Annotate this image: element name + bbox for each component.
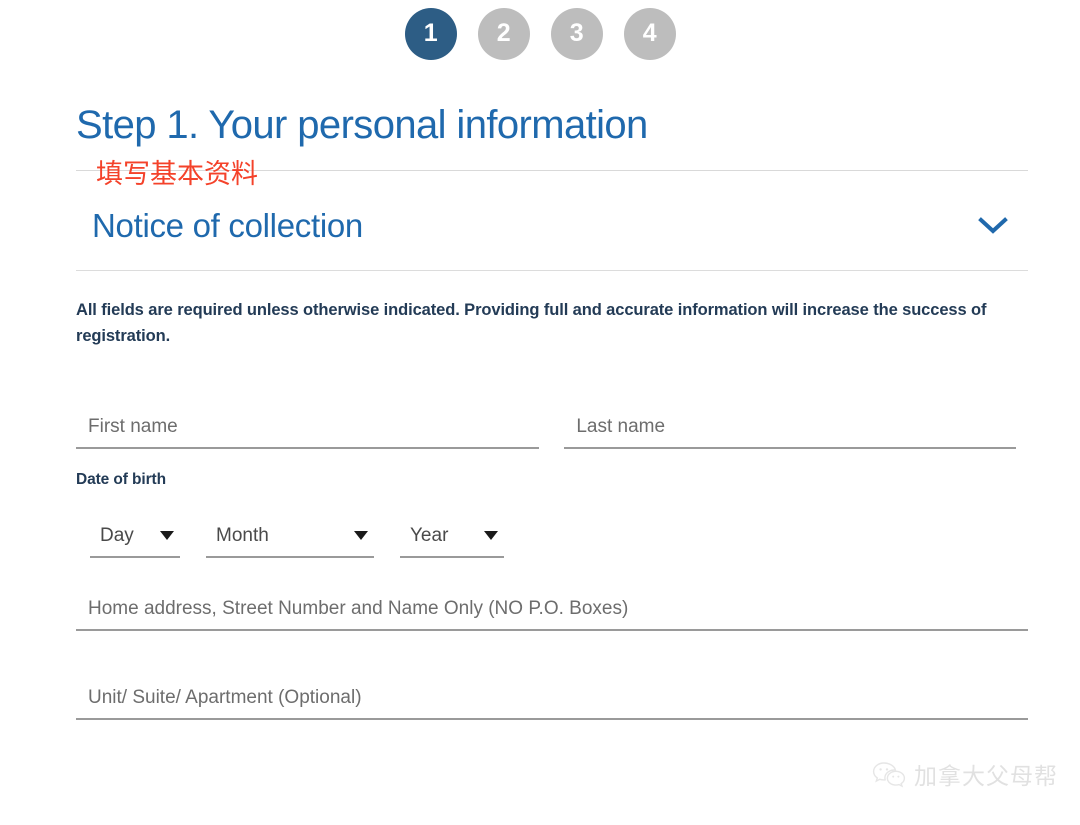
chinese-annotation: 填写基本资料 <box>96 159 258 190</box>
wechat-watermark: 加拿大父母帮 <box>872 757 1058 791</box>
dob-day-value: Day <box>100 524 134 546</box>
chevron-down-icon[interactable] <box>978 216 1008 235</box>
step-number-1: 1 <box>423 19 438 47</box>
dob-day-select[interactable]: Day <box>90 525 180 558</box>
step-number-3: 3 <box>569 19 584 47</box>
dob-month-select[interactable]: Month <box>206 525 374 558</box>
dob-year-select[interactable]: Year <box>400 525 504 558</box>
step-indicator-2[interactable]: 2 <box>477 7 530 60</box>
personal-information-form: Date of birth Day Month Year <box>76 411 1028 720</box>
step-number-4: 4 <box>642 19 657 47</box>
date-of-birth-label: Date of birth <box>76 470 166 488</box>
home-address-field <box>76 593 1028 631</box>
first-name-input[interactable] <box>76 411 540 449</box>
home-address-input[interactable] <box>76 593 1028 631</box>
dob-year-value: Year <box>410 524 449 546</box>
last-name-input[interactable] <box>564 411 1016 449</box>
step-indicator: 1 2 3 4 <box>0 0 1080 62</box>
caret-down-icon <box>484 531 498 541</box>
unit-suite-apartment-field <box>76 682 1028 720</box>
page-title: Step 1. Your personal information <box>76 103 648 147</box>
name-row <box>76 411 1016 449</box>
unit-suite-apartment-input[interactable] <box>76 682 1028 720</box>
main-content: Step 1. Your personal information Notice… <box>64 103 1028 720</box>
step-number-2: 2 <box>496 19 511 47</box>
caret-down-icon <box>354 531 368 541</box>
notice-of-collection-accordion[interactable]: Notice of collection <box>76 209 1016 242</box>
required-fields-instruction: All fields are required unless otherwise… <box>76 301 987 346</box>
step-indicator-1[interactable]: 1 <box>404 7 457 60</box>
watermark-text: 加拿大父母帮 <box>914 764 1058 790</box>
last-name-field <box>564 411 1016 449</box>
step-indicator-4[interactable]: 4 <box>623 7 676 60</box>
step-indicator-3[interactable]: 3 <box>550 7 603 60</box>
date-of-birth-row: Day Month Year <box>76 525 1016 558</box>
dob-month-value: Month <box>216 524 269 546</box>
caret-down-icon <box>160 531 174 541</box>
wechat-icon <box>872 761 906 788</box>
accordion-title: Notice of collection <box>92 207 363 244</box>
accordion-divider <box>76 270 1028 271</box>
first-name-field <box>76 411 540 449</box>
